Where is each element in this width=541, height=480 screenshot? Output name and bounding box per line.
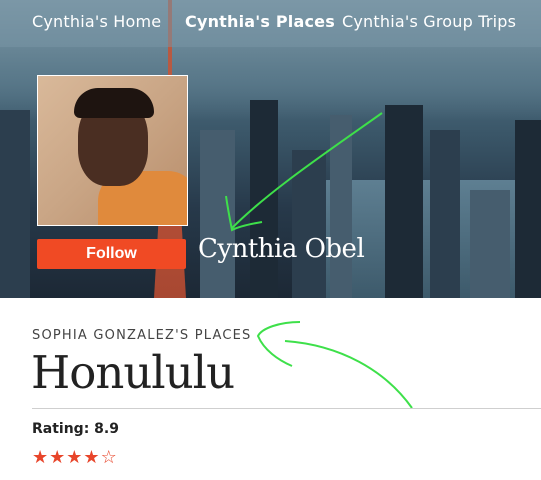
nav-item-group-trips[interactable]: Cynthia's Group Trips — [342, 12, 516, 31]
profile-avatar — [37, 75, 188, 226]
skyline-building — [330, 115, 352, 298]
skyline-building — [0, 110, 30, 298]
skyline-building — [385, 105, 423, 298]
star-empty-icon: ☆ — [100, 447, 118, 468]
skyline-building — [515, 120, 541, 298]
annotation-arrow-lower — [284, 340, 413, 409]
divider — [32, 408, 541, 409]
star-filled-icon: ★ — [49, 447, 67, 468]
place-title: Honululu — [31, 346, 235, 399]
star-filled-icon: ★ — [66, 447, 84, 468]
rating-stars: ★★★★☆ — [32, 447, 118, 468]
follow-button[interactable]: Follow — [37, 239, 186, 269]
annotation-arrowhead-lower — [256, 321, 301, 367]
star-filled-icon: ★ — [83, 447, 101, 468]
skyline-building — [200, 130, 235, 298]
skyline-building — [470, 190, 510, 298]
skyline-building — [430, 130, 460, 298]
rating-text: Rating: 8.9 — [32, 421, 119, 437]
top-navbar: Cynthia's Home Cynthia's Places Cynthia'… — [0, 0, 541, 47]
star-filled-icon: ★ — [32, 447, 50, 468]
avatar-hair — [74, 88, 154, 118]
skyline-building — [292, 150, 326, 298]
nav-item-home[interactable]: Cynthia's Home — [32, 12, 161, 31]
profile-name: Cynthia Obel — [198, 234, 365, 264]
nav-item-places[interactable]: Cynthia's Places — [185, 12, 335, 31]
skyline-building — [250, 100, 278, 298]
places-owner-label: SOPHIA GONZALEZ'S PLACES — [32, 328, 252, 343]
